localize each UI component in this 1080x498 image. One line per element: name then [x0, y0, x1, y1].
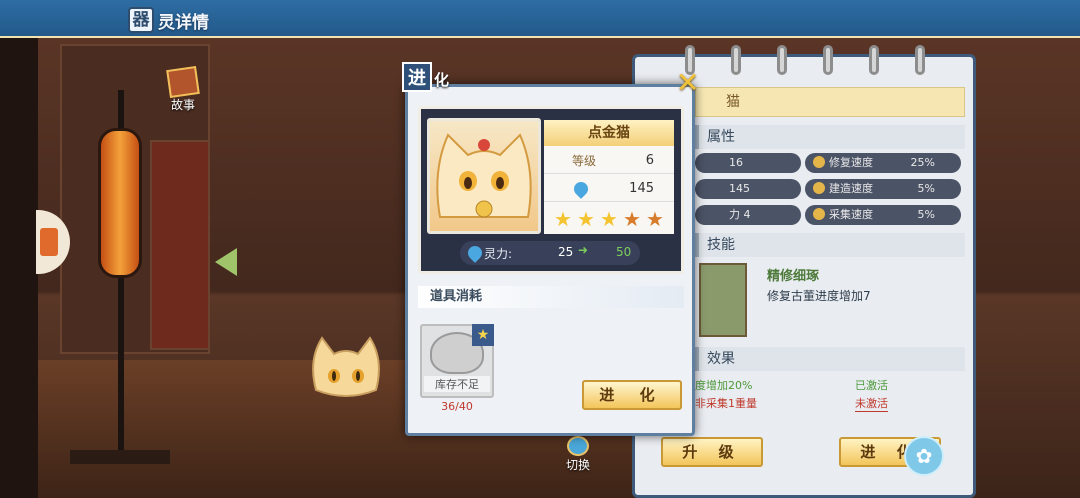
stat-left-1: 16: [695, 153, 801, 173]
dialog-title-small: 化: [434, 71, 450, 89]
power-drop-icon: [465, 243, 485, 263]
power-label: 灵力:: [484, 247, 513, 261]
lamp-base: [70, 450, 170, 464]
effect-2-text: 非采集1重量: [695, 397, 757, 410]
title-text: 灵详情: [158, 12, 209, 33]
spirit-value: 145: [629, 181, 654, 196]
effect-1-status: 已激活: [855, 379, 888, 392]
water-drop-icon: [571, 179, 591, 199]
golden-cat-portrait: [436, 133, 532, 218]
material-item-slot[interactable]: ★ 库存不足: [420, 324, 494, 398]
stat-build-speed: 建造速度 5%: [805, 179, 961, 199]
stock-status: 库存不足: [424, 376, 490, 392]
effect-2-status: 未激活: [855, 397, 888, 412]
story-label: 故事: [170, 98, 195, 112]
dialog-title-big: 进: [402, 62, 432, 92]
lantern: [98, 128, 142, 278]
level-value: 6: [645, 153, 654, 168]
notebook-ring: [777, 45, 787, 75]
stat-left-3: 力 4: [695, 205, 801, 225]
evolve-button[interactable]: 进 化: [582, 380, 682, 410]
notebook-ring: [869, 45, 879, 75]
arrow-right-icon: ➜: [578, 243, 589, 257]
notebook-name-header: 猫: [695, 87, 965, 117]
star-icon: ★: [600, 207, 618, 231]
dialog-title: 进 化: [402, 62, 449, 92]
stat-left-2: 145: [695, 179, 801, 199]
switch-label: 切换: [565, 458, 590, 472]
skill-section-header: 技能: [695, 233, 965, 257]
star-icon: ★: [554, 207, 572, 231]
switch-button[interactable]: 切换: [556, 436, 600, 476]
stat-gather-speed: 采集速度 5%: [805, 205, 961, 225]
stat-repair-speed: 修复速度 25%: [805, 153, 961, 173]
paw-icon[interactable]: ✿: [904, 436, 944, 476]
spirit-name: 点金猫: [544, 120, 674, 146]
close-icon[interactable]: ✕: [676, 69, 700, 97]
left-strip: [0, 0, 38, 498]
previous-arrow-icon[interactable]: [215, 248, 237, 276]
effect-1-text: 度增加20%: [695, 379, 753, 392]
skill-icon[interactable]: [699, 263, 747, 337]
skill-description: 修复古董进度增加7: [767, 289, 871, 303]
star-rating: ★ ★ ★ ★ ★: [552, 208, 666, 230]
notebook-ring: [915, 45, 925, 75]
page-title: 器 灵详情: [128, 6, 209, 34]
effects-section-header: 效果: [695, 347, 965, 371]
star-icon: ★: [623, 207, 641, 231]
power-from: 25: [558, 245, 574, 259]
book-icon: [166, 66, 200, 98]
spirit-row: 145: [544, 176, 674, 202]
gather-icon: [813, 208, 825, 220]
consume-section-header: 道具消耗: [418, 286, 684, 308]
build-icon: [813, 182, 825, 194]
title-glyph: 器: [128, 7, 154, 33]
star-icon: ★: [577, 207, 595, 231]
skill-name: 精修细琢: [767, 269, 820, 284]
item-count: 36/40: [441, 400, 473, 413]
attributes-section-header: 属性: [695, 125, 965, 149]
star-badge-icon: ★: [472, 324, 494, 346]
spirit-power-bar: 灵力: 25 ➜ 50: [460, 241, 640, 265]
cat-spirit-sprite[interactable]: [308, 330, 384, 400]
switch-icon: [567, 436, 589, 456]
story-button[interactable]: 故事: [158, 66, 208, 116]
red-screen-panel: [150, 140, 210, 350]
spirit-portrait: [427, 118, 541, 234]
power-to: 50: [616, 245, 632, 259]
star-icon: ★: [646, 207, 664, 231]
notebook-ring: [823, 45, 833, 75]
repair-icon: [813, 156, 825, 168]
level-label: 等级: [571, 154, 596, 168]
upgrade-button[interactable]: 升 级: [661, 437, 763, 467]
notebook-ring: [731, 45, 741, 75]
level-row: 等级 6: [544, 148, 674, 174]
